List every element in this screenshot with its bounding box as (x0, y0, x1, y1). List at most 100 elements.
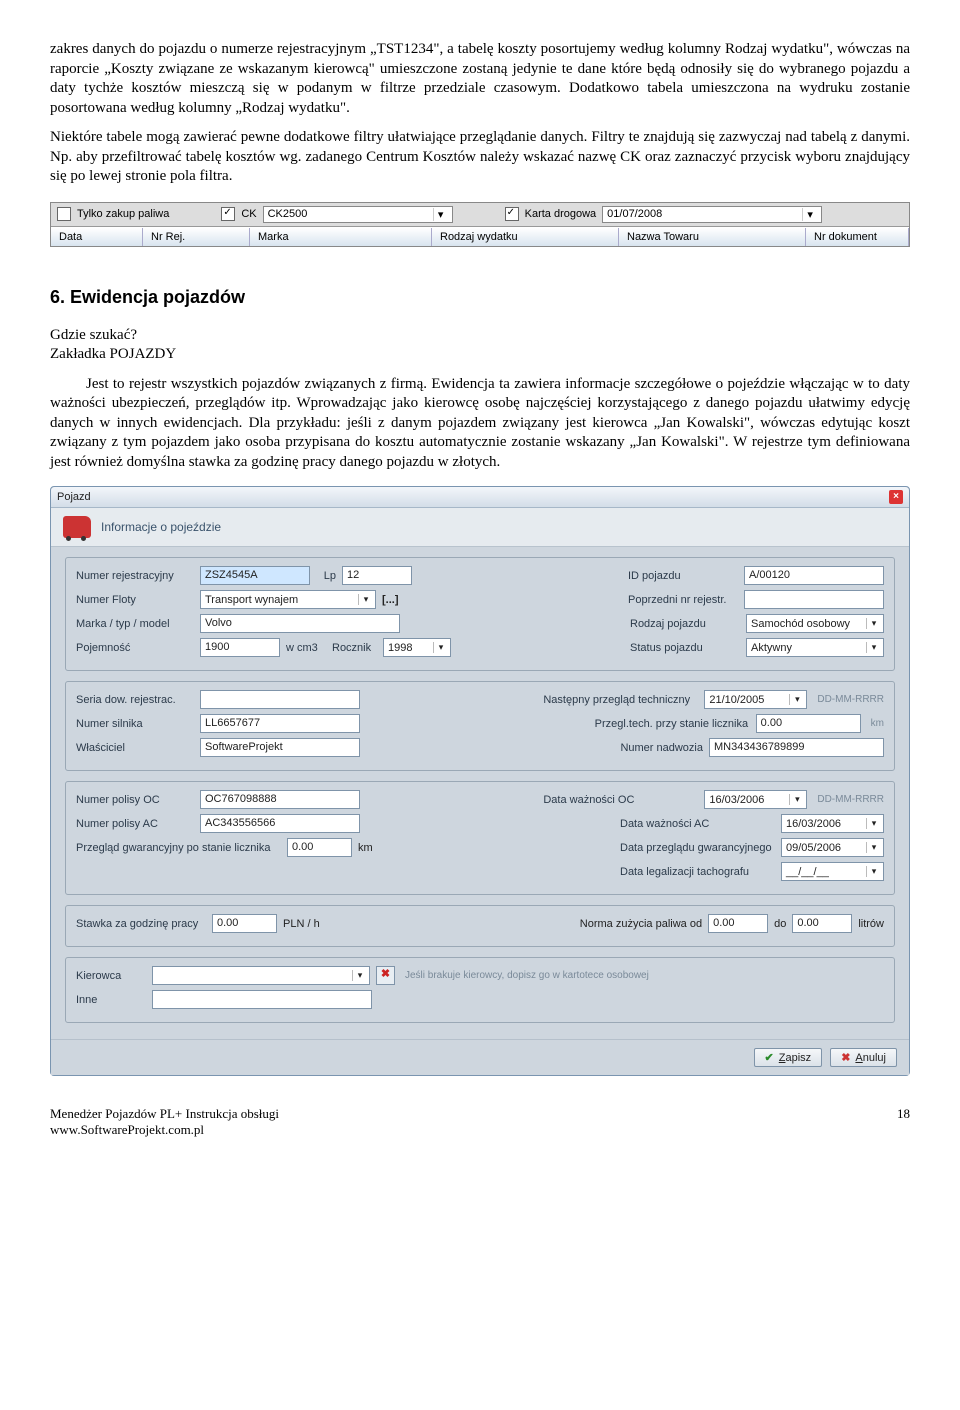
input-cap[interactable]: 1900 (200, 638, 280, 657)
save-button[interactable]: ✔ Zapisz (754, 1048, 823, 1067)
dropdown-roadcard[interactable]: 01/07/2008 ▾ (602, 206, 822, 223)
group-docs: Seria dow. rejestrac. Następny przegląd … (65, 681, 895, 771)
roadcard-value: 01/07/2008 (607, 208, 662, 220)
input-techodo[interactable]: 0.00 (756, 714, 861, 733)
label-nexttech: Następny przegląd techniczny (543, 694, 698, 706)
dropdown-year[interactable]: 1998 ▾ (383, 638, 451, 657)
checkbox-ck[interactable] (221, 207, 235, 221)
label-acdate: Data ważności AC (620, 818, 775, 830)
col-marka[interactable]: Marka (250, 228, 432, 246)
hint-dateformat: DD-MM-RRRR (817, 694, 884, 705)
where-line: Gdzie szukać? (50, 326, 910, 346)
input-lp[interactable]: 12 (342, 566, 412, 585)
label-km: km (871, 718, 884, 729)
label-norm-unit: litrów (858, 918, 884, 930)
date-warranty[interactable]: 09/05/2006 ▾ (781, 838, 884, 857)
date-oc[interactable]: 16/03/2006 ▾ (704, 790, 807, 809)
label-ck: CK (241, 208, 256, 220)
chevron-down-icon: ▾ (433, 642, 448, 653)
checkbox-roadcard[interactable] (505, 207, 519, 221)
clear-driver-icon[interactable]: ✖ (376, 966, 395, 985)
date-nexttech[interactable]: 21/10/2005 ▾ (704, 690, 807, 709)
input-prevreg[interactable] (744, 590, 884, 609)
status-value: Aktywny (751, 642, 792, 654)
footer-url: www.SoftwareProjekt.com.pl (50, 1122, 279, 1138)
chevron-down-icon: ▾ (789, 694, 804, 705)
date-tacho[interactable]: __/__/__ ▾ (781, 862, 884, 881)
input-norm-to[interactable]: 0.00 (792, 914, 852, 933)
paragraph-3: Jest to rejestr wszystkich pojazdów zwią… (50, 375, 910, 473)
group-insurance: Numer polisy OC OC767098888 Data ważnośc… (65, 781, 895, 895)
label-ocdate: Data ważności OC (543, 794, 698, 806)
label-lp: Lp (316, 570, 336, 582)
chevron-down-icon: ▾ (358, 594, 373, 605)
label-other: Inne (76, 994, 146, 1006)
nexttech-value: 21/10/2005 (709, 694, 764, 706)
dropdown-ck[interactable]: CK2500 ▾ (263, 206, 453, 223)
cancel-button[interactable]: ✖ Anuluj (830, 1048, 897, 1067)
year-value: 1998 (388, 642, 412, 654)
group-driver: Kierowca ▾ ✖ Jeśli brakuje kierowcy, dop… (65, 957, 895, 1023)
ocdate-value: 16/03/2006 (709, 794, 764, 806)
label-cap-unit: w cm3 (286, 642, 326, 654)
label-type: Rodzaj pojazdu (630, 618, 740, 630)
label-norm: Norma zużycia paliwa od (580, 918, 702, 930)
fleet-more-button[interactable]: [...] (382, 594, 399, 606)
chevron-down-icon: ▾ (866, 818, 881, 829)
ck-value: CK2500 (268, 208, 308, 220)
close-icon[interactable]: × (889, 490, 903, 504)
label-oc: Numer polisy OC (76, 794, 194, 806)
dropdown-driver[interactable]: ▾ (152, 966, 370, 985)
col-data[interactable]: Data (51, 228, 143, 246)
label-owner: Właściciel (76, 742, 194, 754)
input-body[interactable]: MN343436789899 (709, 738, 884, 757)
label-year: Rocznik (332, 642, 377, 654)
label-km2: km (358, 842, 373, 854)
dropdown-fleet[interactable]: Transport wynajem ▾ (200, 590, 376, 609)
type-value: Samochód osobowy (751, 618, 850, 630)
label-body: Numer nadwozia (583, 742, 703, 754)
form-header: Informacje o pojeździe (101, 520, 221, 534)
date-ac[interactable]: 16/03/2006 ▾ (781, 814, 884, 833)
input-series[interactable] (200, 690, 360, 709)
col-nrdok[interactable]: Nr dokument (806, 228, 909, 246)
label-rate-unit: PLN / h (283, 918, 320, 930)
chevron-down-icon: ▾ (789, 794, 804, 805)
warrantydate-value: 09/05/2006 (786, 842, 841, 854)
input-rate[interactable]: 0.00 (212, 914, 277, 933)
input-norm-from[interactable]: 0.00 (708, 914, 768, 933)
col-nazwa[interactable]: Nazwa Towaru (619, 228, 806, 246)
input-ac[interactable]: AC343556566 (200, 814, 360, 833)
page-number: 18 (897, 1106, 910, 1138)
hint-driver: Jeśli brakuje kierowcy, dopisz go w kart… (405, 970, 649, 981)
input-oc[interactable]: OC767098888 (200, 790, 360, 809)
fleet-value: Transport wynajem (205, 594, 298, 606)
section-heading: 6. Ewidencja pojazdów (50, 287, 910, 308)
input-engine[interactable]: LL6657677 (200, 714, 360, 733)
col-nrrej[interactable]: Nr Rej. (143, 228, 250, 246)
checkbox-fuel[interactable] (57, 207, 71, 221)
chevron-down-icon: ▾ (866, 842, 881, 853)
group-basic: Numer rejestracyjny ZSZ4545A Lp 12 ID po… (65, 557, 895, 671)
chevron-down-icon: ▾ (866, 618, 881, 629)
page-footer: Menedżer Pojazdów PL+ Instrukcja obsługi… (50, 1106, 910, 1138)
label-roadcard: Karta drogowa (525, 208, 597, 220)
dropdown-status[interactable]: Aktywny ▾ (746, 638, 884, 657)
check-icon: ✔ (765, 1051, 774, 1064)
input-owner[interactable]: SoftwareProjekt (200, 738, 360, 757)
dropdown-type[interactable]: Samochód osobowy ▾ (746, 614, 884, 633)
input-make[interactable]: Volvo (200, 614, 400, 633)
tacho-value: __/__/__ (786, 866, 829, 878)
input-other[interactable] (152, 990, 372, 1009)
label-make: Marka / typ / model (76, 618, 194, 630)
chevron-down-icon: ▾ (866, 642, 881, 653)
input-id[interactable]: A/00120 (744, 566, 884, 585)
save-label: apisz (786, 1052, 812, 1064)
label-warranty: Przegląd gwarancyjny po stanie licznika (76, 842, 281, 854)
paragraph-2: Niektóre tabele mogą zawierać pewne doda… (50, 128, 910, 187)
input-warranty[interactable]: 0.00 (287, 838, 352, 857)
label-cap: Pojemność (76, 642, 194, 654)
col-rodzaj[interactable]: Rodzaj wydatku (432, 228, 619, 246)
label-engine: Numer silnika (76, 718, 194, 730)
input-reg[interactable]: ZSZ4545A (200, 566, 310, 585)
